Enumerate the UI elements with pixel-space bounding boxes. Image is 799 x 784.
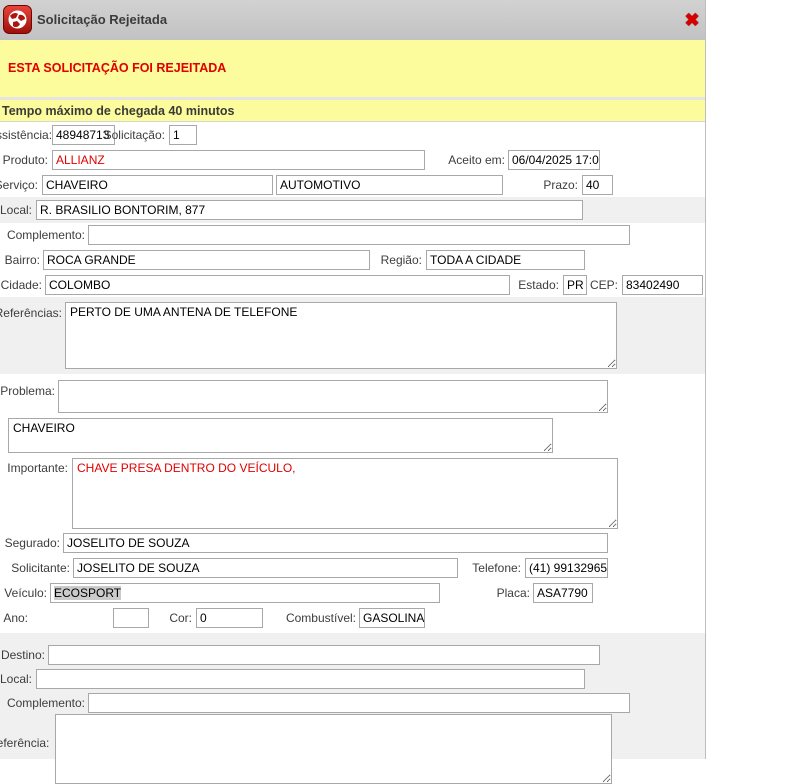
placa-field[interactable]: ASA7790 <box>533 583 593 603</box>
prazo-label: Prazo: <box>0 178 578 192</box>
segurado-field[interactable]: JOSELITO DE SOUZA <box>63 533 608 553</box>
cep-field[interactable]: 83402490 <box>622 275 703 295</box>
importante-label: Importante: <box>0 461 68 475</box>
dialog-title: Solicitação Rejeitada <box>37 12 167 27</box>
combustivel-label: Combustível: <box>0 611 356 625</box>
local-label: Local: <box>0 203 32 217</box>
destino-field[interactable] <box>48 645 600 665</box>
rejected-banner-text: ESTA SOLICITAÇÃO FOI REJEITADA <box>8 61 226 75</box>
rejected-banner: ESTA SOLICITAÇÃO FOI REJEITADA <box>0 40 705 97</box>
segurado-label: Segurado: <box>0 536 60 550</box>
red-globe-icon <box>3 5 32 34</box>
destino-local-label: Local: <box>0 672 32 686</box>
aceito-em-label: Aceito em: <box>0 153 505 167</box>
prazo-field[interactable]: 40 <box>582 175 613 195</box>
close-icon[interactable]: ✖ <box>682 9 702 31</box>
cep-label: CEP: <box>0 278 618 292</box>
rejected-request-dialog: Solicitação Rejeitada ✖ ESTA SOLICITAÇÃO… <box>0 0 799 759</box>
complemento-field[interactable] <box>88 225 630 245</box>
complemento-label: Complemento: <box>0 228 85 242</box>
telefone-field[interactable]: (41) 991329651 <box>525 558 608 578</box>
solicitacao-label: Solicitação: <box>0 128 165 142</box>
combustivel-field[interactable]: GASOLINA <box>359 608 425 628</box>
problema-label: Problema: <box>0 384 55 398</box>
importante-textarea[interactable]: CHAVE PRESA DENTRO DO VEÍCULO, <box>72 458 618 529</box>
problema-textarea[interactable] <box>58 380 608 413</box>
destino-referencia-textarea[interactable] <box>55 714 612 784</box>
destino-complemento-label: Complemento: <box>0 696 85 710</box>
destino-label: Destino: <box>0 648 45 662</box>
problema-descricao-textarea[interactable]: CHAVEIRO <box>8 418 553 453</box>
arrival-banner-text: Tempo máximo de chegada 40 minutos <box>2 104 234 118</box>
destino-complemento-field[interactable] <box>88 693 630 713</box>
destino-local-field[interactable] <box>36 669 585 689</box>
regiao-label: Região: <box>0 253 422 267</box>
telefone-label: Telefone: <box>0 561 521 575</box>
regiao-field[interactable]: TODA A CIDADE <box>426 250 585 270</box>
referencias-label: Referências: <box>0 306 62 320</box>
solicitacao-field[interactable]: 1 <box>169 125 197 145</box>
arrival-banner: Tempo máximo de chegada 40 minutos <box>0 100 705 122</box>
aceito-em-field[interactable]: 06/04/2025 17:00 <box>508 150 600 170</box>
dialog-right-border <box>705 0 706 759</box>
destino-referencia-label: Referência: <box>0 736 45 750</box>
placa-label: Placa: <box>0 586 530 600</box>
referencias-textarea[interactable]: PERTO DE UMA ANTENA DE TELEFONE <box>65 302 617 369</box>
local-field[interactable]: R. BRASILIO BONTORIM, 877 <box>36 200 583 220</box>
